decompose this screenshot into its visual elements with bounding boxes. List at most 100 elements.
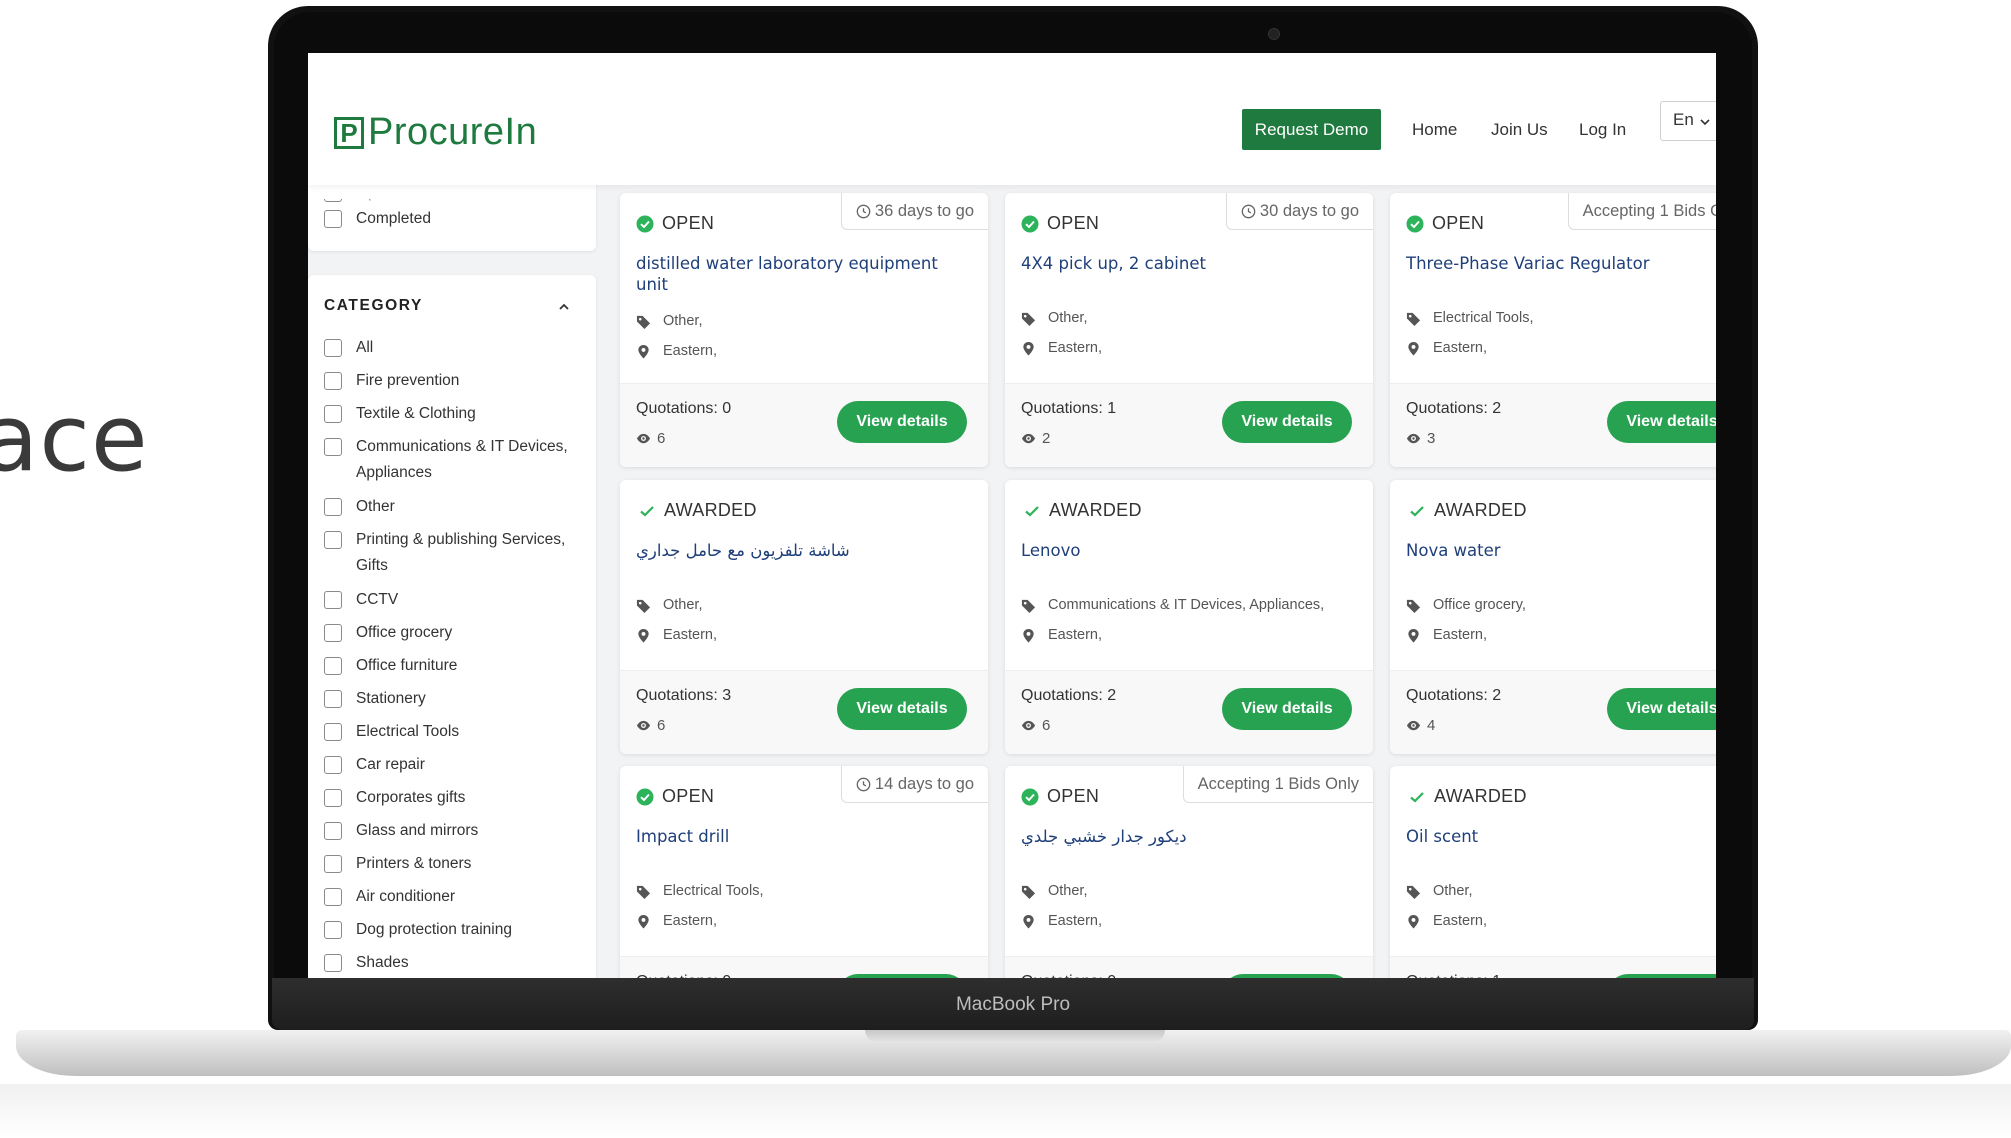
- language-select[interactable]: En: [1660, 101, 1716, 141]
- tender-card[interactable]: OPEN Accepting 1 Bids Only ديكور جدار خشبي…: [1005, 766, 1373, 979]
- tender-card[interactable]: OPEN Accepting 1 Bids Only Three-Phase Var…: [1390, 193, 1716, 467]
- view-details-button[interactable]: View details: [1222, 688, 1352, 730]
- category-option[interactable]: Communications & IT Devices, Appliances: [324, 434, 574, 486]
- category-option[interactable]: Office furniture: [324, 653, 574, 679]
- card-region: Eastern,: [1021, 913, 1102, 929]
- view-details-button[interactable]: View details: [1222, 401, 1352, 443]
- category-option[interactable]: Other: [324, 494, 574, 520]
- card-quotations: Quotations: 3: [636, 687, 732, 704]
- card-title[interactable]: 4X4 pick up, 2 cabinet: [1021, 253, 1351, 274]
- tag-icon: [1406, 312, 1421, 326]
- card-views-count: 6: [1042, 717, 1051, 734]
- category-option[interactable]: Printing & publishing Services, Gifts: [324, 527, 574, 579]
- request-demo-button[interactable]: Request Demo: [1242, 109, 1381, 150]
- card-badge: Accepting 1 Bids Only: [1182, 766, 1373, 803]
- card-status-label: OPEN: [662, 786, 715, 806]
- chevron-down-icon: [1700, 119, 1710, 126]
- card-region: Eastern,: [1406, 340, 1487, 356]
- category-checkbox[interactable]: [324, 339, 342, 357]
- category-checkbox[interactable]: [324, 591, 342, 609]
- category-label: Shades: [356, 954, 409, 971]
- eye-icon: [636, 433, 651, 444]
- eye-icon: [1021, 433, 1036, 444]
- logo-text: ProcureIn: [368, 111, 538, 153]
- card-title[interactable]: Oil scent: [1406, 826, 1716, 847]
- tender-card[interactable]: AWARDED Oil scent Other, Eastern, Quotations…: [1390, 766, 1716, 979]
- chevron-up-icon[interactable]: [556, 299, 572, 315]
- card-footer: Quotations: 0View details: [1005, 956, 1373, 979]
- nav-log-in[interactable]: Log In: [1579, 120, 1626, 140]
- category-label: Communications & IT Devices, Appliances: [356, 438, 568, 481]
- clock-icon: [856, 777, 871, 791]
- tender-card[interactable]: OPEN 14 days to go Impact drill Electrical …: [620, 766, 988, 979]
- category-checkbox[interactable]: [324, 498, 342, 516]
- nav-home[interactable]: Home: [1412, 120, 1457, 140]
- laptop-bezel: MacBook Pro: [272, 978, 1754, 1030]
- category-option[interactable]: Glass and mirrors: [324, 818, 574, 844]
- view-details-button[interactable]: View details: [837, 688, 967, 730]
- card-badge-text: 30 days to go: [1259, 201, 1359, 220]
- nav-join-us[interactable]: Join Us: [1491, 120, 1548, 140]
- category-checkbox[interactable]: [324, 822, 342, 840]
- view-details-button[interactable]: View details: [1607, 401, 1716, 443]
- card-badge-text: 14 days to go: [874, 774, 974, 793]
- card-views: 2: [1021, 430, 1050, 447]
- card-category: Office grocery,: [1406, 597, 1526, 613]
- category-option[interactable]: Dog protection training: [324, 917, 574, 943]
- category-label: Stationery: [356, 690, 426, 707]
- view-details-button[interactable]: View details: [1607, 688, 1716, 730]
- tender-card[interactable]: OPEN 30 days to go 4X4 pick up, 2 cabinet O…: [1005, 193, 1373, 467]
- card-title[interactable]: Nova water: [1406, 540, 1716, 561]
- category-checkbox[interactable]: [324, 756, 342, 774]
- category-checkbox[interactable]: [324, 690, 342, 708]
- category-option[interactable]: Fire prevention: [324, 368, 574, 394]
- card-title[interactable]: distilled water laboratory equipment uni…: [636, 253, 966, 295]
- category-checkbox[interactable]: [324, 723, 342, 741]
- category-option[interactable]: Corporates gifts: [324, 785, 574, 811]
- card-status: OPEN: [1406, 213, 1484, 234]
- category-checkbox[interactable]: [324, 438, 342, 456]
- category-checkbox[interactable]: [324, 405, 342, 423]
- category-option[interactable]: CCTV: [324, 587, 574, 613]
- location-pin-icon: [638, 344, 649, 359]
- category-checkbox[interactable]: [324, 888, 342, 906]
- category-checkbox[interactable]: [324, 372, 342, 390]
- card-title[interactable]: شاشة تلفزيون مع حامل جداري: [636, 540, 966, 561]
- card-views: 4: [1406, 717, 1435, 734]
- card-region: Eastern,: [1406, 913, 1487, 929]
- card-title[interactable]: ديكور جدار خشبي جلدي: [1021, 826, 1351, 847]
- tender-card[interactable]: AWARDED Nova water Office grocery, Eastern,…: [1390, 480, 1716, 754]
- category-checkbox[interactable]: [324, 624, 342, 642]
- category-option[interactable]: Air conditioner: [324, 884, 574, 910]
- tender-card[interactable]: AWARDED شاشة تلفزيون مع حامل جداري Other, E…: [620, 480, 988, 754]
- card-title[interactable]: Impact drill: [636, 826, 966, 847]
- category-option[interactable]: Electrical Tools: [324, 719, 574, 745]
- category-option[interactable]: All: [324, 335, 574, 361]
- card-title[interactable]: Lenovo: [1021, 540, 1351, 561]
- logo[interactable]: P ProcureIn: [334, 111, 537, 154]
- card-status-label: AWARDED: [1049, 500, 1142, 520]
- status-completed-option[interactable]: Completed: [324, 206, 431, 232]
- category-checkbox[interactable]: [324, 921, 342, 939]
- category-option[interactable]: Shades: [324, 950, 574, 976]
- view-details-button[interactable]: View details: [837, 401, 967, 443]
- card-title[interactable]: Three-Phase Variac Regulator: [1406, 253, 1716, 274]
- category-option[interactable]: Printers & toners: [324, 851, 574, 877]
- category-checkbox[interactable]: [324, 855, 342, 873]
- card-region-text: Eastern,: [1433, 627, 1487, 643]
- category-label: Office grocery: [356, 624, 453, 641]
- card-region: Eastern,: [636, 343, 717, 359]
- category-checkbox[interactable]: [324, 789, 342, 807]
- category-option[interactable]: Stationery: [324, 686, 574, 712]
- category-checkbox[interactable]: [324, 954, 342, 972]
- category-checkbox[interactable]: [324, 531, 342, 549]
- category-option[interactable]: Car repair: [324, 752, 574, 778]
- card-category-text: Other,: [663, 313, 703, 329]
- category-option[interactable]: Textile & Clothing: [324, 401, 574, 427]
- tender-card[interactable]: AWARDED Lenovo Communications & IT Devices…: [1005, 480, 1373, 754]
- status-completed-checkbox[interactable]: [324, 210, 342, 228]
- category-checkbox[interactable]: [324, 657, 342, 675]
- tender-card[interactable]: OPEN 36 days to go distilled water laborat…: [620, 193, 988, 467]
- category-option[interactable]: Office grocery: [324, 620, 574, 646]
- card-badge-text: 36 days to go: [874, 201, 974, 220]
